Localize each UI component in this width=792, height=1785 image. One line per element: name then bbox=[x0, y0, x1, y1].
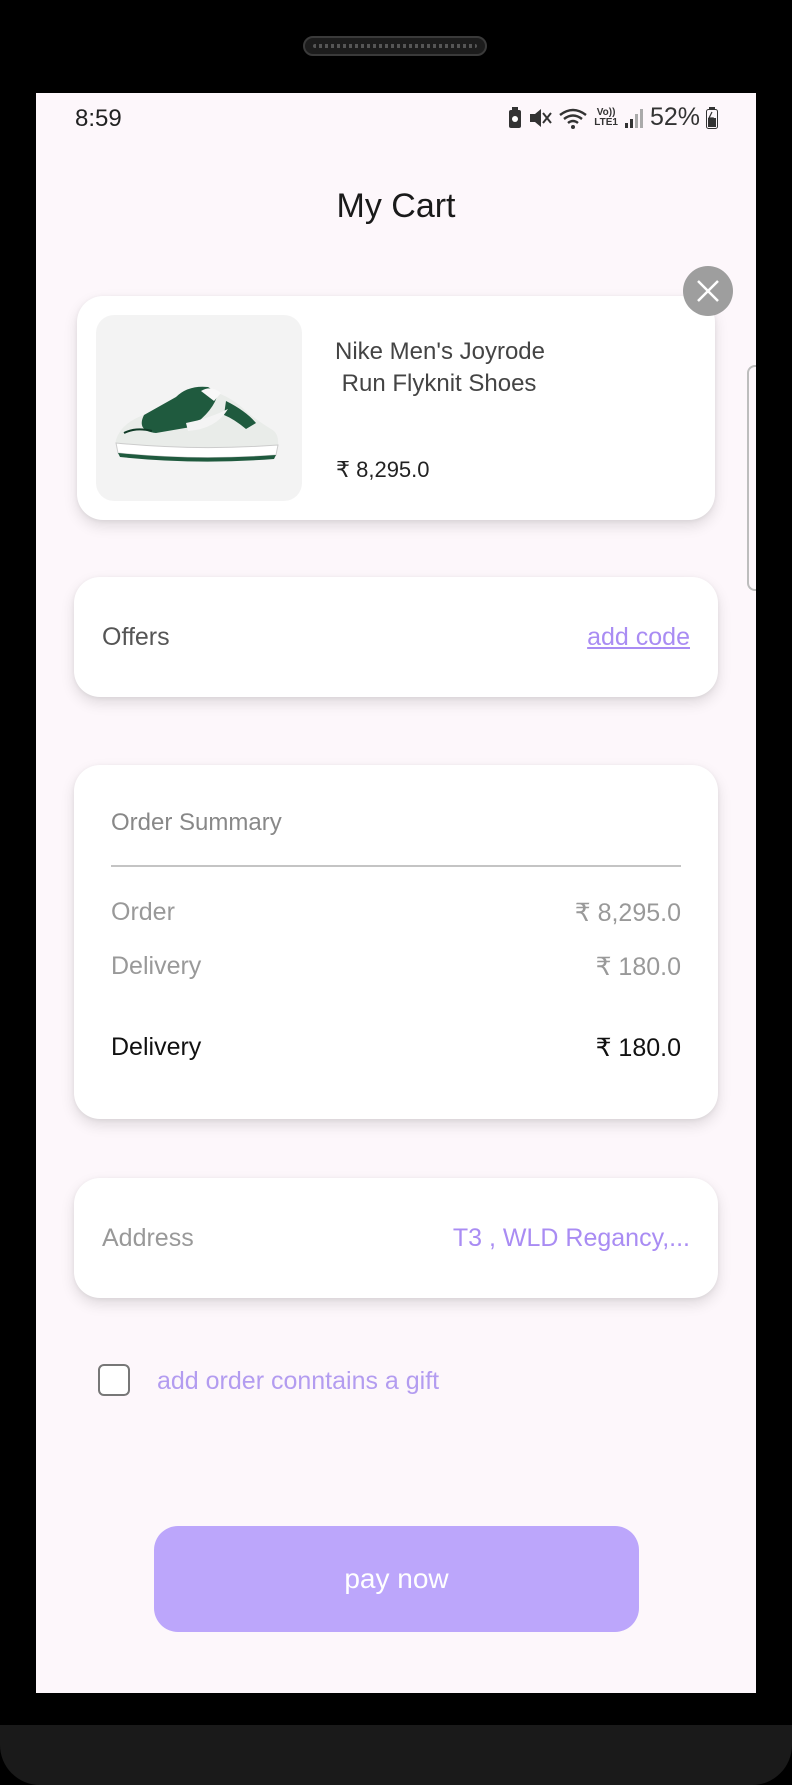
summary-row-order: Order ₹ 8,295.0 bbox=[111, 898, 681, 928]
volte-bottom-text: LTE1 bbox=[594, 116, 618, 128]
address-label: Address bbox=[102, 1224, 194, 1252]
close-icon bbox=[697, 280, 719, 302]
summary-row-value: ₹ 180.0 bbox=[595, 953, 681, 981]
signal-icon bbox=[624, 107, 644, 129]
offers-label: Offers bbox=[102, 623, 170, 651]
app-screen: 8:59 Vo)) LTE1 52% My Cart Nike Men's Jo… bbox=[36, 93, 756, 1693]
battery-percent: 52% bbox=[649, 103, 700, 131]
gift-checkbox[interactable] bbox=[98, 1364, 130, 1396]
product-image bbox=[96, 315, 302, 501]
mute-icon bbox=[528, 107, 553, 129]
status-bar: 8:59 Vo)) LTE1 52% bbox=[36, 93, 756, 143]
summary-divider bbox=[111, 865, 681, 867]
gift-label[interactable]: add order conntains a gift bbox=[157, 1367, 439, 1396]
status-icons: Vo)) LTE1 52% bbox=[508, 103, 718, 132]
volte-icon: Vo)) LTE1 bbox=[594, 106, 618, 128]
summary-total-label: Delivery bbox=[111, 1033, 202, 1061]
cart-item-card: Nike Men's Joyrode Run Flyknit Shoes ₹ 8… bbox=[77, 296, 715, 520]
address-value[interactable]: T3 , WLD Regancy,... bbox=[453, 1224, 690, 1253]
status-time: 8:59 bbox=[75, 105, 122, 132]
sim-status-icon bbox=[508, 106, 522, 129]
product-price: ₹ 8,295.0 bbox=[336, 457, 430, 482]
product-name: Nike Men's Joyrode Run Flyknit Shoes bbox=[335, 338, 545, 397]
summary-row-label: Order bbox=[111, 898, 175, 926]
speaker-grille bbox=[303, 36, 487, 56]
battery-icon bbox=[706, 106, 718, 129]
summary-row-value: ₹ 8,295.0 bbox=[574, 899, 681, 927]
add-code-link[interactable]: add code bbox=[587, 623, 690, 652]
summary-row-delivery: Delivery ₹ 180.0 bbox=[111, 952, 681, 982]
wifi-icon bbox=[558, 107, 588, 129]
summary-row-label: Delivery bbox=[111, 952, 202, 980]
summary-total-row: Delivery ₹ 180.0 bbox=[111, 1033, 681, 1063]
remove-item-button[interactable] bbox=[683, 266, 733, 316]
scroll-indicator bbox=[747, 365, 756, 591]
page-title: My Cart bbox=[336, 187, 456, 225]
address-card[interactable]: Address T3 , WLD Regancy,... bbox=[74, 1178, 718, 1298]
phone-frame: 8:59 Vo)) LTE1 52% My Cart Nike Men's Jo… bbox=[0, 0, 792, 1785]
offers-card: Offers add code bbox=[74, 577, 718, 697]
order-summary-card: Order Summary Order ₹ 8,295.0 Delivery ₹… bbox=[74, 765, 718, 1119]
volte-top-text: Vo)) bbox=[596, 106, 616, 118]
order-summary-title: Order Summary bbox=[111, 809, 282, 836]
summary-total-value: ₹ 180.0 bbox=[595, 1034, 681, 1062]
bottom-bezel bbox=[0, 1725, 792, 1785]
pay-now-button[interactable]: pay now bbox=[154, 1526, 639, 1632]
